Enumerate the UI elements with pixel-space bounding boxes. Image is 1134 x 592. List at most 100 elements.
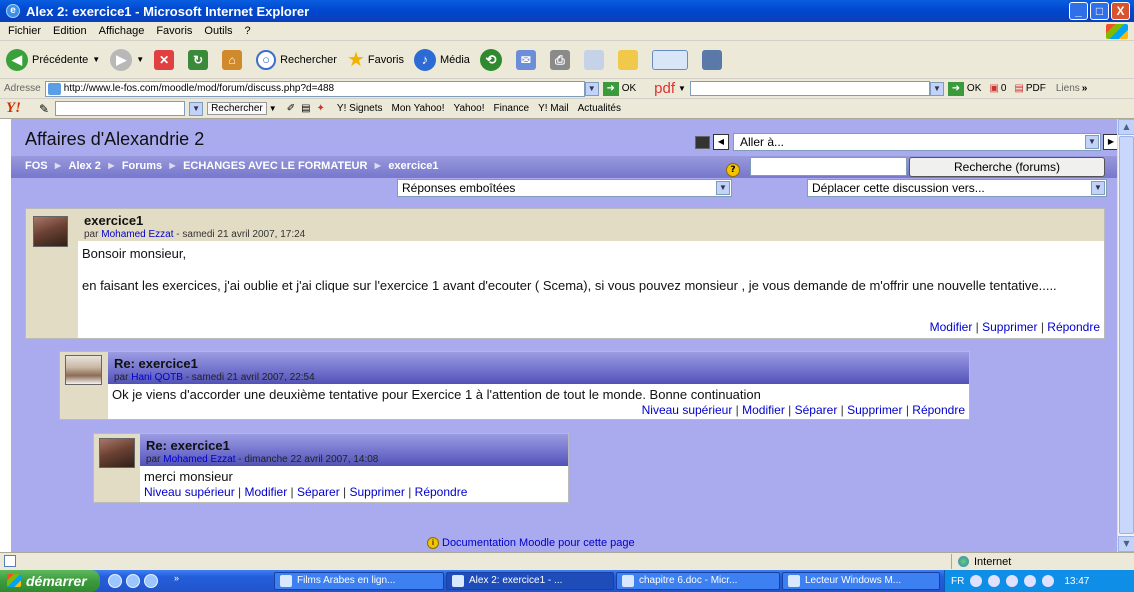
author-link[interactable]: Mohamed Ezzat bbox=[163, 454, 235, 465]
parent-link[interactable]: Niveau supérieur bbox=[144, 485, 235, 499]
menu-favoris[interactable]: Favoris bbox=[156, 25, 192, 37]
author-link[interactable]: Mohamed Ezzat bbox=[101, 229, 173, 240]
yahoo-logo[interactable]: Y! bbox=[6, 100, 21, 117]
yahoo-news[interactable]: Actualités bbox=[578, 103, 621, 114]
edit-link[interactable]: Modifier bbox=[245, 485, 288, 499]
print-button[interactable]: ⎙ bbox=[549, 49, 574, 70]
parent-link[interactable]: Niveau supérieur bbox=[642, 403, 733, 417]
yahoo-my-yahoo[interactable]: Mon Yahoo! bbox=[392, 103, 445, 114]
split-link[interactable]: Séparer bbox=[795, 403, 838, 417]
pdf-go-arrow-icon[interactable]: ➜ bbox=[947, 81, 964, 96]
previous-activity-button[interactable]: ◀ bbox=[713, 134, 729, 150]
go-arrow-icon[interactable]: ➜ bbox=[602, 81, 619, 96]
history-button[interactable]: ⟲ bbox=[479, 48, 506, 71]
forward-dropdown-icon[interactable]: ▼ bbox=[136, 55, 144, 64]
task-films-arabes[interactable]: Films Arabes en lign... bbox=[274, 572, 444, 590]
close-button[interactable]: X bbox=[1111, 2, 1130, 20]
messenger-tray-icon[interactable] bbox=[988, 575, 1001, 587]
forum-search-input[interactable] bbox=[750, 157, 907, 176]
menu-fichier[interactable]: Fichier bbox=[8, 25, 41, 37]
menu-outils[interactable]: Outils bbox=[204, 25, 232, 37]
task-media-player[interactable]: Lecteur Windows M... bbox=[782, 572, 940, 590]
display-mode-select[interactable]: Réponses emboîtées ▼ bbox=[397, 179, 732, 197]
scroll-up-arrow-icon[interactable]: ▲ bbox=[1118, 119, 1134, 135]
pdf-input-dropdown-icon[interactable]: ▼ bbox=[929, 81, 944, 96]
breadcrumb-course[interactable]: Alex 2 bbox=[69, 160, 101, 172]
edit-button[interactable] bbox=[583, 49, 608, 70]
yahoo-home[interactable]: Yahoo! bbox=[454, 103, 485, 114]
pdf-button[interactable]: pdf bbox=[654, 80, 675, 97]
menu-affichage[interactable]: Affichage bbox=[99, 25, 145, 37]
yahoo-search-button[interactable]: Rechercher bbox=[207, 102, 267, 115]
task-chapitre-doc[interactable]: chapitre 6.doc - Micr... bbox=[616, 572, 780, 590]
language-indicator[interactable]: FR bbox=[951, 576, 964, 587]
quick-launch-desktop-icon[interactable] bbox=[108, 574, 122, 588]
breadcrumb-fos[interactable]: FOS bbox=[25, 160, 48, 172]
quick-launch-ie-icon[interactable] bbox=[126, 574, 140, 588]
yahoo-mail[interactable]: Y! Mail bbox=[538, 103, 569, 114]
display-mode-dropdown-icon[interactable]: ▼ bbox=[716, 181, 730, 195]
author-avatar[interactable] bbox=[65, 355, 102, 385]
move-discussion-dropdown-icon[interactable]: ▼ bbox=[1091, 181, 1105, 195]
start-button[interactable]: démarrer bbox=[0, 570, 100, 592]
back-button[interactable]: ◀ Précédente ▼ bbox=[6, 48, 100, 71]
scroll-down-arrow-icon[interactable]: ▼ bbox=[1118, 536, 1134, 552]
maximize-button[interactable]: □ bbox=[1090, 2, 1109, 20]
yahoo-search-dropdown-icon[interactable]: ▼ bbox=[189, 101, 204, 116]
pdf-dropdown-icon[interactable]: ▼ bbox=[678, 84, 686, 93]
move-discussion-select[interactable]: Déplacer cette discussion vers... ▼ bbox=[807, 179, 1107, 197]
next-activity-button[interactable]: ▶ bbox=[1103, 134, 1117, 150]
yahoo-search-input[interactable] bbox=[55, 101, 186, 116]
volume-icon[interactable] bbox=[1006, 575, 1019, 587]
links-label[interactable]: Liens bbox=[1056, 83, 1080, 94]
quick-launch-media-icon[interactable] bbox=[144, 574, 158, 588]
refresh-button[interactable]: ↻ bbox=[188, 49, 212, 70]
yahoo-finance[interactable]: Finance bbox=[493, 103, 529, 114]
network-icon[interactable] bbox=[970, 575, 983, 587]
minimize-button[interactable]: _ bbox=[1069, 2, 1088, 20]
update-tray-icon[interactable] bbox=[1042, 575, 1055, 587]
yahoo-search-menu-icon[interactable]: ▼ bbox=[269, 104, 277, 113]
pdf-export-button[interactable]: PDF bbox=[1026, 83, 1046, 94]
reply-link[interactable]: Répondre bbox=[912, 403, 965, 417]
research-button[interactable] bbox=[701, 49, 726, 70]
layout-icon[interactable]: ▤ bbox=[301, 103, 310, 114]
pdf-input[interactable] bbox=[689, 81, 930, 96]
reply-link[interactable]: Répondre bbox=[1047, 320, 1100, 334]
security-icon[interactable]: ✦ bbox=[317, 103, 325, 114]
edit-link[interactable]: Modifier bbox=[930, 320, 973, 334]
mail-button[interactable]: ✉ bbox=[515, 49, 540, 70]
scroll-thumb[interactable] bbox=[1119, 136, 1134, 534]
author-avatar[interactable] bbox=[99, 438, 135, 468]
author-avatar[interactable] bbox=[33, 216, 68, 247]
back-dropdown-icon[interactable]: ▼ bbox=[92, 55, 100, 64]
address-input[interactable]: http://www.le-fos.com/moodle/mod/forum/d… bbox=[44, 80, 585, 97]
pencil-icon[interactable]: ✎ bbox=[39, 102, 49, 116]
search-button[interactable]: ○ Rechercher bbox=[256, 49, 337, 70]
split-link[interactable]: Séparer bbox=[297, 485, 340, 499]
media-button[interactable]: ♪ Média bbox=[413, 48, 470, 71]
security-zone[interactable]: Internet bbox=[951, 554, 1131, 569]
calendar-icon[interactable] bbox=[695, 135, 710, 149]
menu-edition[interactable]: Edition bbox=[53, 25, 87, 37]
messenger-button[interactable] bbox=[651, 49, 692, 70]
pdf-ok-button[interactable]: OK bbox=[967, 83, 981, 94]
yahoo-bookmarks[interactable]: Y! Signets bbox=[337, 103, 383, 114]
author-link[interactable]: Hani QOTB bbox=[131, 372, 183, 383]
highlight-icon[interactable]: ✐ bbox=[287, 103, 295, 114]
delete-link[interactable]: Supprimer bbox=[982, 320, 1037, 334]
stop-button[interactable]: ✕ bbox=[154, 49, 178, 70]
links-expand-icon[interactable]: » bbox=[1082, 83, 1088, 94]
go-button[interactable]: OK bbox=[622, 83, 636, 94]
reply-link[interactable]: Répondre bbox=[415, 485, 468, 499]
task-alex-exercice[interactable]: Alex 2: exercice1 - ... bbox=[446, 572, 614, 590]
breadcrumb-forums[interactable]: Forums bbox=[122, 160, 162, 172]
quick-launch-expand-icon[interactable]: » bbox=[174, 573, 179, 583]
jump-dropdown-icon[interactable]: ▼ bbox=[1085, 135, 1099, 149]
home-button[interactable]: ⌂ bbox=[222, 49, 246, 70]
window-title-bar[interactable]: e Alex 2: exercice1 - Microsoft Internet… bbox=[0, 0, 1134, 22]
menu-help[interactable]: ? bbox=[245, 25, 251, 37]
forum-search-button[interactable]: Recherche (forums) bbox=[909, 157, 1105, 177]
forward-button[interactable]: ▶ ▼ bbox=[110, 48, 144, 71]
favorites-button[interactable]: ★ Favoris bbox=[347, 47, 404, 72]
